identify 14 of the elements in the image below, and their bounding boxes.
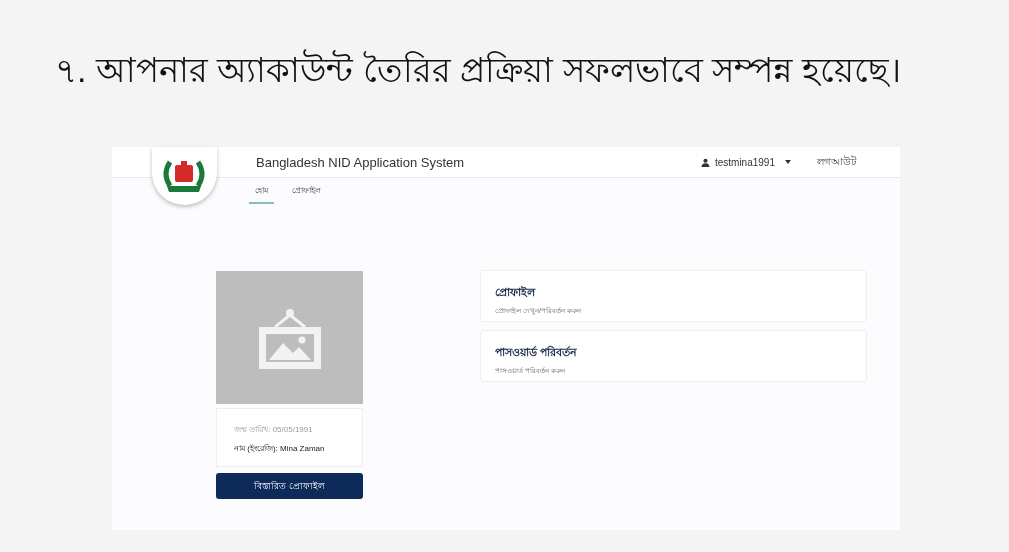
app-title: Bangladesh NID Application System: [256, 154, 466, 170]
logout-link[interactable]: লগআউট: [817, 153, 856, 171]
caret-icon: [785, 160, 791, 164]
card-title: প্রোফাইল: [495, 285, 537, 300]
nav-tab[interactable]: প্রোফাইল: [286, 184, 327, 204]
english-name: নাম (ইংরেজি): Mina Zaman: [234, 443, 326, 455]
card-title: পাসওয়ার্ড পরিবর্তন: [495, 344, 579, 360]
detailed-profile-button[interactable]: বিস্তারিত প্রোফাইল: [216, 473, 363, 499]
user-menu[interactable]: testmina1991: [700, 156, 791, 168]
nav-tab[interactable]: হোম: [249, 184, 274, 204]
user-icon: [700, 157, 710, 167]
birth-date: জন্ম তারিখ: 05/05/1991: [234, 424, 314, 436]
slide-heading: ৭. আপনার অ্যাকাউন্ট তৈরির প্রক্রিয়া সফলভাবে সম্পন্ন হয়েছে।: [54, 48, 902, 91]
username: testmina1991: [714, 156, 775, 168]
